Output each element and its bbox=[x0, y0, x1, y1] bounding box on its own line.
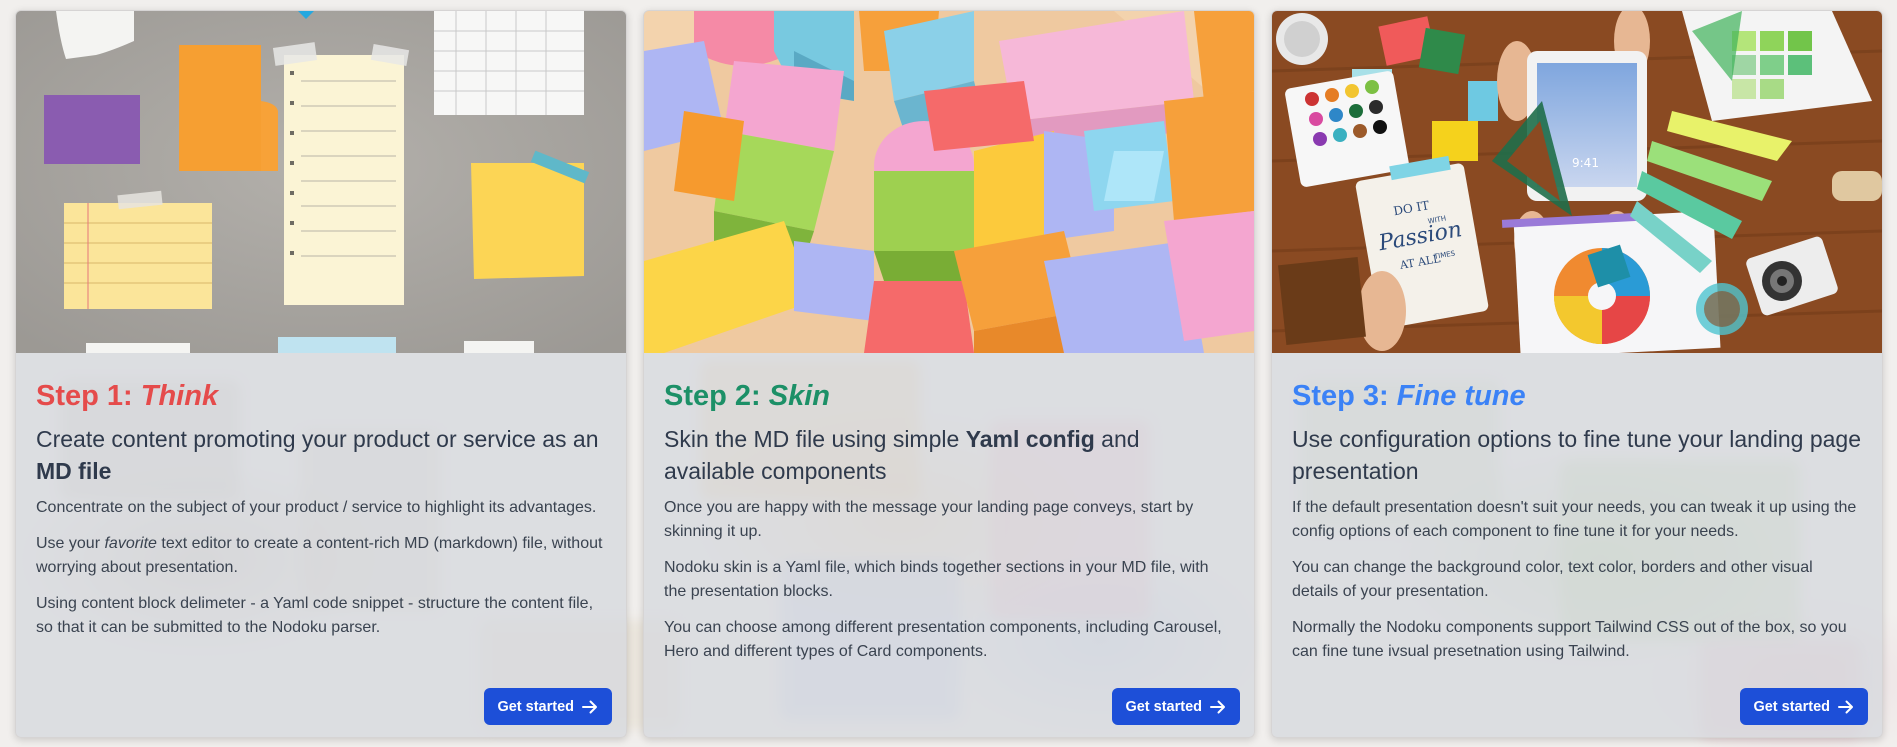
step-paragraph: Nodoku skin is a Yaml file, which binds … bbox=[664, 556, 1234, 604]
step-word: Fine tune bbox=[1396, 380, 1526, 412]
design-desk-image: DO IT Passion WITH AT ALL TIMES 9:41 bbox=[1272, 11, 1882, 353]
paragraph-text: Using content block delimeter - a Yaml c… bbox=[36, 595, 594, 636]
step-word: Think bbox=[140, 380, 219, 412]
paragraph-text: Normally the Nodoku components support T… bbox=[1292, 619, 1847, 660]
step-subtitle: Create content promoting your product or… bbox=[36, 423, 606, 487]
step-paragraph: Use your favorite text editor to create … bbox=[36, 532, 606, 580]
paragraph-text: Nodoku skin is a Yaml file, which binds … bbox=[664, 559, 1209, 600]
card-body: Step 3: Fine tune Use configuration opti… bbox=[1272, 353, 1882, 737]
step-number: Step 1: bbox=[36, 380, 141, 412]
step-subtitle: Skin the MD file using simple Yaml confi… bbox=[664, 423, 1234, 487]
button-label: Get started bbox=[1753, 698, 1830, 715]
card-body: Step 2: Skin Skin the MD file using simp… bbox=[644, 353, 1254, 737]
button-label: Get started bbox=[1125, 698, 1202, 715]
steps-card-grid: Step 1: Think Create content promoting y… bbox=[15, 10, 1883, 738]
paragraph-text: Concentrate on the subject of your produ… bbox=[36, 499, 597, 516]
subtitle-text: Create content promoting your product or… bbox=[36, 426, 599, 452]
button-label: Get started bbox=[497, 698, 574, 715]
step-number: Step 3: bbox=[1292, 380, 1397, 412]
step-paragraph: Normally the Nodoku components support T… bbox=[1292, 616, 1862, 664]
arrow-right-icon bbox=[582, 700, 597, 713]
paragraph-text: You can choose among different presentat… bbox=[664, 619, 1222, 660]
step-paragraph: Once you are happy with the message your… bbox=[664, 496, 1234, 544]
step-paragraph: Using content block delimeter - a Yaml c… bbox=[36, 592, 606, 640]
step-number: Step 2: bbox=[664, 380, 769, 412]
get-started-button[interactable]: Get started bbox=[484, 688, 612, 725]
paragraph-text: Use your bbox=[36, 535, 105, 552]
step-paragraph: You can change the background color, tex… bbox=[1292, 556, 1862, 604]
step-paragraph: You can choose among different presentat… bbox=[664, 616, 1234, 664]
colored-blocks-image bbox=[644, 11, 1254, 353]
subtitle-text: Skin the MD file using simple bbox=[664, 426, 966, 452]
get-started-button[interactable]: Get started bbox=[1740, 688, 1868, 725]
paragraph-emphasis: favorite bbox=[104, 535, 157, 552]
step-word: Skin bbox=[768, 380, 830, 412]
card-body: Step 1: Think Create content promoting y… bbox=[16, 353, 626, 737]
arrow-right-icon bbox=[1210, 700, 1225, 713]
paragraph-text: You can change the background color, tex… bbox=[1292, 559, 1813, 600]
step-card-fine-tune: DO IT Passion WITH AT ALL TIMES 9:41 Ste… bbox=[1271, 10, 1883, 738]
arrow-right-icon bbox=[1838, 700, 1853, 713]
get-started-button[interactable]: Get started bbox=[1112, 688, 1240, 725]
step-paragraph: Concentrate on the subject of your produ… bbox=[36, 496, 606, 520]
tablet-clock: 9:41 bbox=[1572, 156, 1599, 170]
subtitle-text: Use configuration options to fine tune y… bbox=[1292, 426, 1862, 484]
step-title: Step 2: Skin bbox=[664, 379, 1234, 413]
paragraph-text: If the default presentation doesn't suit… bbox=[1292, 499, 1857, 540]
step-paragraph: If the default presentation doesn't suit… bbox=[1292, 496, 1862, 544]
subtitle-emphasis: MD file bbox=[36, 458, 112, 484]
notes-paper-image bbox=[16, 11, 626, 353]
step-title: Step 1: Think bbox=[36, 379, 606, 413]
step-card-skin: Step 2: Skin Skin the MD file using simp… bbox=[643, 10, 1255, 738]
step-title: Step 3: Fine tune bbox=[1292, 379, 1862, 413]
step-subtitle: Use configuration options to fine tune y… bbox=[1292, 423, 1862, 487]
step-card-think: Step 1: Think Create content promoting y… bbox=[15, 10, 627, 738]
paragraph-text: Once you are happy with the message your… bbox=[664, 499, 1194, 540]
subtitle-emphasis: Yaml config bbox=[965, 426, 1095, 452]
